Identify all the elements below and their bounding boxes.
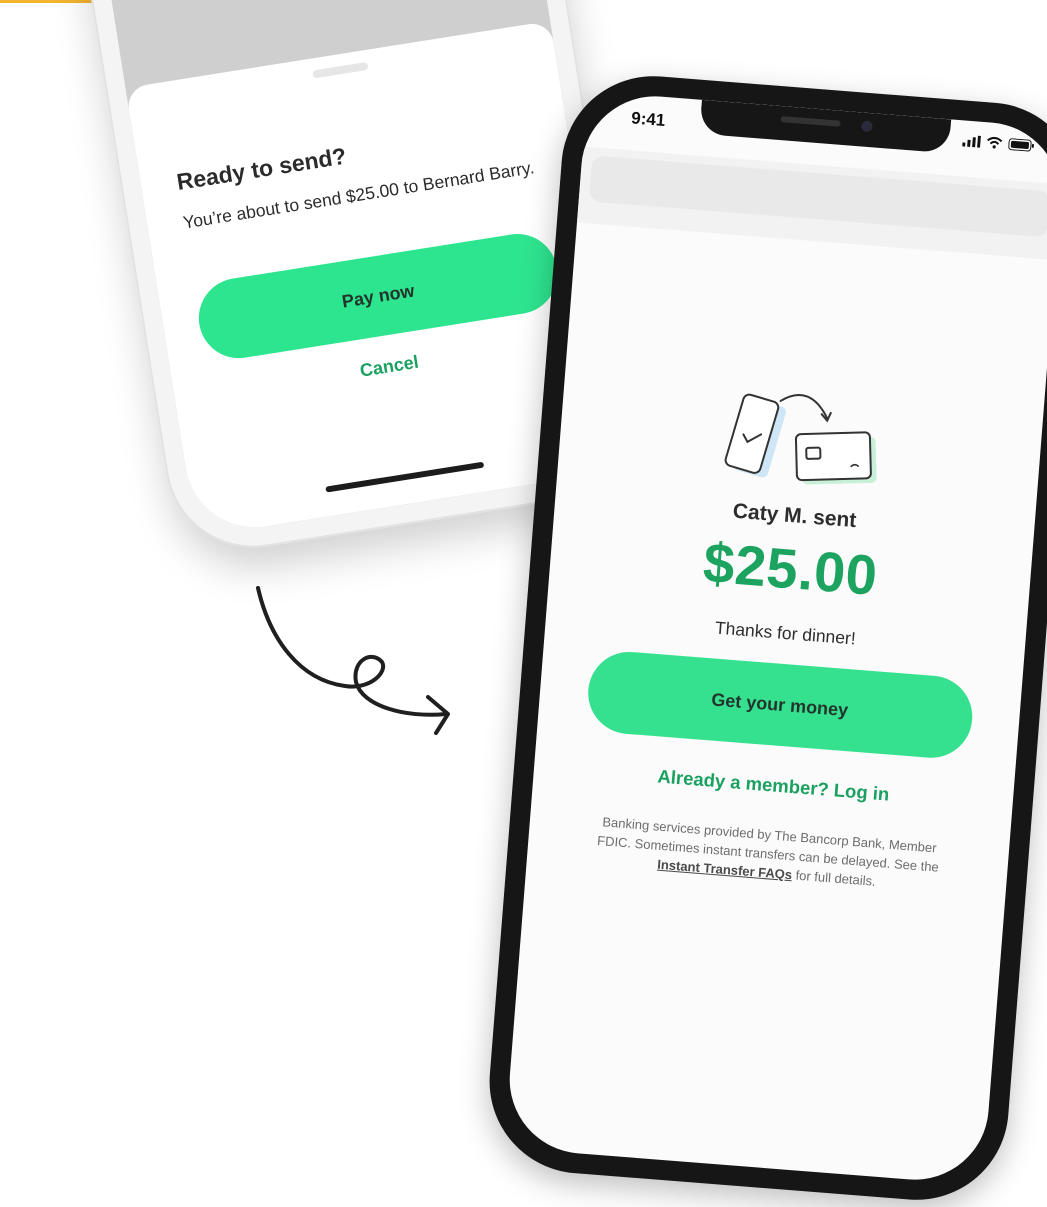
- browser-bar: [576, 146, 1047, 261]
- speaker: [780, 116, 841, 127]
- payment-content: Caty M. sent $25.00 Thanks for dinner! G…: [527, 370, 1044, 901]
- get-your-money-button[interactable]: Get your money: [584, 648, 975, 761]
- recipient-phone-screen: 9:41 Caty M. sent $25.00 Thanks for dinn…: [504, 90, 1047, 1186]
- sheet-title: Ready to send?: [174, 142, 349, 195]
- phone-to-card-icon: [724, 393, 877, 485]
- url-field[interactable]: [588, 155, 1047, 238]
- sender-phone-screen: Ready to send? You’re about to send $25.…: [38, 0, 622, 538]
- disclaimer-text-end: for full details.: [795, 867, 877, 889]
- home-indicator: [325, 461, 485, 493]
- status-time: 9:41: [630, 108, 667, 130]
- recipient-phone: 9:41 Caty M. sent $25.00 Thanks for dinn…: [482, 69, 1047, 1207]
- sheet-grabber[interactable]: [312, 61, 369, 79]
- camera: [860, 120, 873, 133]
- wifi-icon: [987, 136, 1003, 149]
- signal-icon: [962, 135, 982, 148]
- disclaimer: Banking services provided by The Bancorp…: [581, 811, 954, 897]
- notch: [699, 99, 952, 154]
- battery-icon: [1008, 138, 1034, 152]
- login-link[interactable]: Already a member? Log in: [651, 764, 896, 807]
- status-icons: [962, 134, 1035, 152]
